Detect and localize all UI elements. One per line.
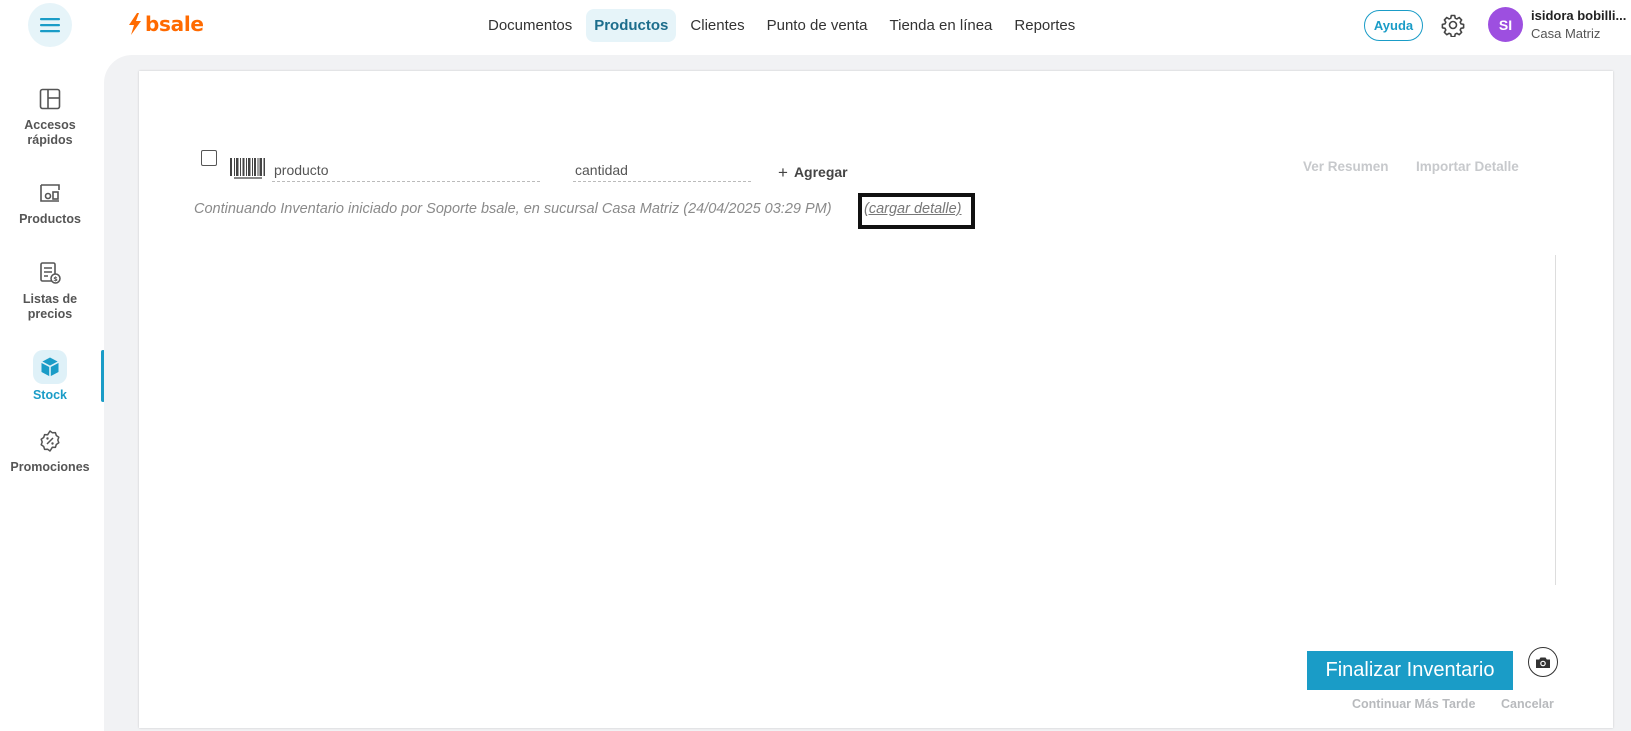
view-summary-link[interactable]: Ver Resumen (1303, 159, 1389, 174)
nav-documentos[interactable]: Documentos (480, 9, 580, 42)
top-header: bsale Documentos Productos Clientes Punt… (0, 0, 1631, 52)
inventory-info-text: Continuando Inventario iniciado por Sopo… (194, 201, 832, 217)
user-info[interactable]: isidora bobilli... Casa Matriz (1531, 8, 1631, 41)
add-button-label: Agregar (793, 164, 848, 180)
products-icon (37, 180, 63, 206)
cube-icon (33, 350, 67, 384)
sidebar-item-listas-de-precios[interactable]: $ Listas de precios (0, 260, 100, 322)
layout-icon (37, 86, 63, 112)
sidebar-item-label: Productos (19, 212, 81, 226)
user-name: isidora bobilli... (1531, 8, 1627, 23)
sidebar-item-label: Listas de precios (22, 292, 78, 321)
select-all-checkbox[interactable] (201, 150, 217, 166)
camera-button[interactable] (1528, 647, 1558, 677)
sidebar-item-label: Accesos rápidos (24, 118, 76, 147)
logo-text: bsale (145, 12, 204, 36)
avatar[interactable]: SI (1488, 7, 1523, 42)
sidebar-item-promociones[interactable]: Promociones (0, 428, 100, 475)
continue-later-link[interactable]: Continuar Más Tarde (1352, 697, 1475, 711)
finish-inventory-button[interactable]: Finalizar Inventario (1307, 651, 1513, 690)
bsale-logo[interactable]: bsale (128, 11, 204, 37)
sidebar-item-productos[interactable]: Productos (0, 180, 100, 227)
list-divider (1555, 255, 1556, 585)
plus-icon: + (778, 162, 788, 182)
load-detail-link[interactable]: (cargar detalle) (864, 201, 962, 217)
sidebar-item-label: Stock (32, 388, 68, 402)
user-branch: Casa Matriz (1531, 26, 1601, 41)
camera-icon (1536, 657, 1550, 668)
sidebar-item-stock[interactable]: Stock (0, 350, 100, 403)
nav-punto-de-venta[interactable]: Punto de venta (759, 9, 876, 42)
hamburger-icon (40, 18, 60, 33)
quantity-input[interactable] (573, 158, 751, 181)
nav-productos[interactable]: Productos (586, 8, 677, 42)
promo-badge-icon (37, 428, 63, 454)
price-list-icon: $ (37, 260, 63, 286)
nav-reportes[interactable]: Reportes (1006, 9, 1083, 42)
import-detail-link[interactable]: Importar Detalle (1416, 159, 1519, 174)
svg-text:$: $ (53, 275, 58, 283)
main-nav: Documentos Productos Clientes Punto de v… (480, 8, 1083, 42)
nav-clientes[interactable]: Clientes (682, 9, 752, 42)
quantity-field (573, 158, 751, 182)
product-field (272, 158, 540, 182)
barcode-icon (230, 158, 265, 179)
sidebar-item-accesos-rapidos[interactable]: Accesos rápidos (0, 86, 100, 148)
gear-icon[interactable] (1441, 13, 1465, 37)
menu-button[interactable] (28, 3, 72, 47)
sidebar: Accesos rápidos Productos $ Listas de pr… (0, 52, 104, 731)
add-button[interactable]: + Agregar (778, 162, 848, 182)
product-input[interactable] (272, 158, 540, 181)
sidebar-item-label: Promociones (10, 460, 90, 474)
bolt-icon (129, 13, 141, 35)
help-button[interactable]: Ayuda (1364, 10, 1423, 41)
cancel-link[interactable]: Cancelar (1501, 697, 1554, 711)
nav-tienda-en-linea[interactable]: Tienda en línea (882, 9, 1001, 42)
